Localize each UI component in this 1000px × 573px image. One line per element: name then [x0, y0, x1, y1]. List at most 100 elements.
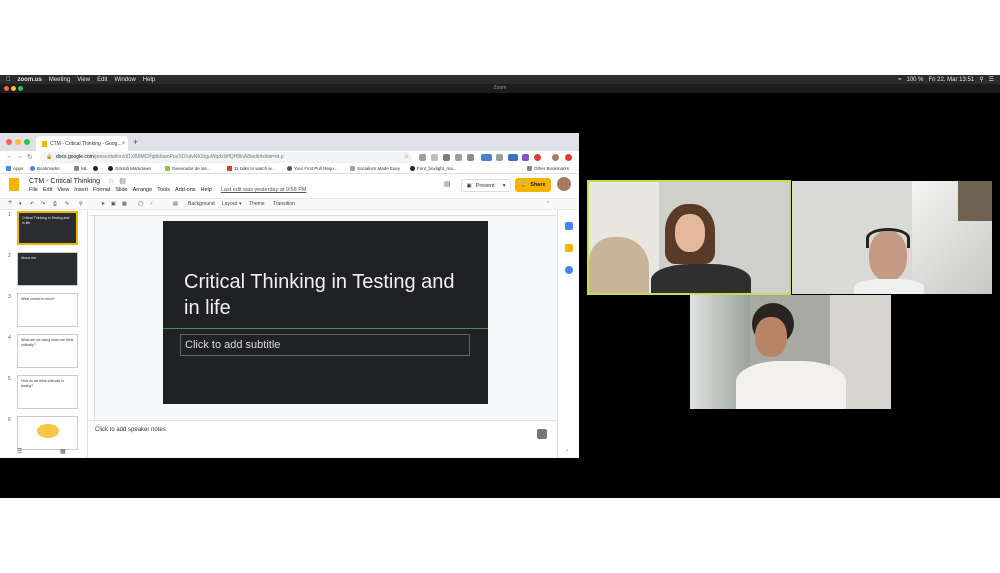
bookmark-item-other[interactable]: Other Bookmarks	[527, 166, 569, 171]
document-title[interactable]: CTM - Critical Thinking ☆ ▤	[29, 177, 126, 185]
star-icon[interactable]: ☆	[108, 178, 114, 185]
select-cursor-icon[interactable]: ➤	[101, 201, 105, 207]
extension-icon[interactable]	[565, 154, 572, 161]
bookmark-item[interactable]: Generador de las...	[165, 166, 211, 171]
extension-icon[interactable]	[455, 154, 462, 161]
speaker-notes[interactable]: Click to add speaker notes	[89, 420, 557, 458]
window-zoom-button[interactable]	[18, 86, 23, 91]
bookmark-item[interactable]: 11 talks to watch w...	[227, 166, 275, 171]
menu-arrange[interactable]: Arrange	[133, 187, 153, 193]
undo-icon[interactable]: ↶	[30, 201, 34, 207]
menu-file[interactable]: File	[29, 187, 38, 193]
browser-minimize-button[interactable]	[15, 139, 21, 145]
explore-button[interactable]	[537, 429, 547, 439]
reload-icon[interactable]: ↻	[27, 153, 33, 161]
apple-icon[interactable]: 	[6, 77, 11, 83]
bookmark-item[interactable]: Apps	[6, 166, 23, 171]
line-icon[interactable]: ∕	[151, 201, 152, 207]
new-tab-button[interactable]: +	[133, 137, 138, 147]
slide-thumbnail[interactable]: What are we doing when we think critical…	[17, 334, 78, 368]
grid-view-icon[interactable]: ▦	[60, 448, 66, 455]
bookmark-item[interactable]	[93, 166, 100, 171]
vertical-ruler[interactable]	[89, 216, 95, 420]
menubar-item-help[interactable]: Help	[143, 77, 155, 83]
menu-slide[interactable]: Slide	[115, 187, 127, 193]
slide-thumbnail[interactable]: What comes to mind?	[17, 293, 78, 327]
theme-button[interactable]: Theme	[249, 201, 265, 207]
menubar-clock[interactable]: Fri 22. Mar 13:51	[929, 77, 975, 83]
menu-edit[interactable]: Edit	[43, 187, 52, 193]
calendar-icon[interactable]	[565, 222, 573, 230]
menu-view[interactable]: View	[57, 187, 69, 193]
slides-logo-icon[interactable]	[9, 178, 19, 191]
add-comment-icon[interactable]: ▤	[173, 201, 178, 207]
bookmark-item[interactable]: Font_boxlight_ma...	[410, 166, 457, 171]
layout-button[interactable]: Layout	[222, 201, 237, 207]
spotlight-search-icon[interactable]: ⚲	[979, 76, 983, 83]
account-avatar[interactable]	[557, 177, 571, 191]
slide-title[interactable]: Critical Thinking in Testing and in life	[184, 269, 474, 321]
bookmark-item[interactable]: Bookmarks	[30, 166, 60, 171]
menubar-item-view[interactable]: View	[77, 77, 90, 83]
extension-icon[interactable]	[481, 154, 492, 161]
extension-icon[interactable]	[443, 154, 450, 161]
participant-video[interactable]	[792, 181, 992, 294]
extension-icon[interactable]	[467, 154, 474, 161]
back-arrow-icon[interactable]: ←	[6, 153, 13, 160]
participant-video-active-speaker[interactable]	[587, 180, 791, 295]
window-close-button[interactable]	[4, 86, 9, 91]
bookmark-star-icon[interactable]: ☆	[404, 153, 409, 160]
print-icon[interactable]: ⎙	[53, 201, 57, 207]
extension-icon[interactable]	[522, 154, 529, 161]
extension-icon[interactable]	[431, 154, 438, 161]
bookmark-item[interactable]: Socialism Made Easy	[350, 166, 400, 171]
slide-thumbnail[interactable]	[17, 416, 78, 450]
forward-arrow-icon[interactable]: →	[16, 153, 23, 160]
bookmark-item[interactable]: Your First Pull Requ...	[287, 166, 338, 171]
slide-editor-canvas[interactable]: Critical Thinking in Testing and in life…	[89, 210, 557, 420]
text-box-icon[interactable]: ▣	[111, 201, 116, 207]
battery-percentage[interactable]: 100 %	[907, 77, 924, 83]
shape-icon[interactable]: ◯	[138, 201, 144, 207]
menu-tools[interactable]: Tools	[157, 187, 170, 193]
menu-format[interactable]: Format	[93, 187, 110, 193]
current-slide[interactable]: Critical Thinking in Testing and in life…	[163, 221, 488, 404]
wifi-icon[interactable]: ≈	[898, 77, 901, 83]
participant-video[interactable]	[690, 295, 891, 409]
comment-history-icon[interactable]: ▤	[444, 180, 451, 188]
horizontal-ruler[interactable]	[89, 210, 557, 216]
move-folder-icon[interactable]: ▤	[119, 178, 126, 185]
filmstrip-view-icon[interactable]: ☰	[17, 448, 22, 455]
extension-icon[interactable]	[496, 154, 503, 161]
new-slide-button[interactable]: +	[8, 199, 12, 206]
background-button[interactable]: Background	[188, 201, 215, 207]
present-button[interactable]: ▣ Present ▾	[461, 179, 511, 192]
slide-filmstrip[interactable]: 1 Critical Thinking in Testing and in li…	[0, 210, 88, 458]
control-center-icon[interactable]: ☰	[989, 76, 994, 83]
menubar-item-meeting[interactable]: Meeting	[49, 77, 70, 83]
keep-icon[interactable]	[565, 244, 573, 252]
profile-avatar-icon[interactable]	[552, 154, 559, 161]
menubar-item-window[interactable]: Window	[114, 77, 135, 83]
transition-button[interactable]: Transition	[273, 201, 295, 207]
browser-zoom-button[interactable]	[24, 139, 30, 145]
browser-close-button[interactable]	[6, 139, 12, 145]
address-bar[interactable]: 🔒 docs.google.com/presentation/d/1XB9MCP…	[40, 152, 412, 163]
browser-tab-active[interactable]: CTM - Critical Thinking - Goog... ×	[36, 136, 128, 151]
zoom-icon[interactable]: ⚲	[79, 201, 83, 207]
last-edit-link[interactable]: Last edit was yesterday at 9:58 PM	[221, 187, 307, 193]
extension-icon[interactable]	[508, 154, 518, 161]
image-icon[interactable]: ▦	[122, 201, 127, 207]
slide-thumbnail[interactable]: How do we think critically in testing?	[17, 375, 78, 409]
bookmark-item[interactable]: GitHub Markdown	[108, 166, 151, 171]
slide-thumbnail[interactable]: Critical Thinking in Testing and in life	[17, 211, 78, 245]
tasks-icon[interactable]	[565, 266, 573, 274]
slide-thumbnail[interactable]: About me	[17, 252, 78, 286]
menu-add-ons[interactable]: Add-ons	[175, 187, 196, 193]
slide-subtitle-placeholder[interactable]: Click to add subtitle	[180, 334, 470, 356]
redo-icon[interactable]: ↷	[41, 201, 45, 207]
share-button[interactable]: 🔒 Share	[515, 178, 551, 192]
window-minimize-button[interactable]	[11, 86, 16, 91]
extension-icon[interactable]	[534, 154, 541, 161]
menubar-item-edit[interactable]: Edit	[97, 77, 107, 83]
